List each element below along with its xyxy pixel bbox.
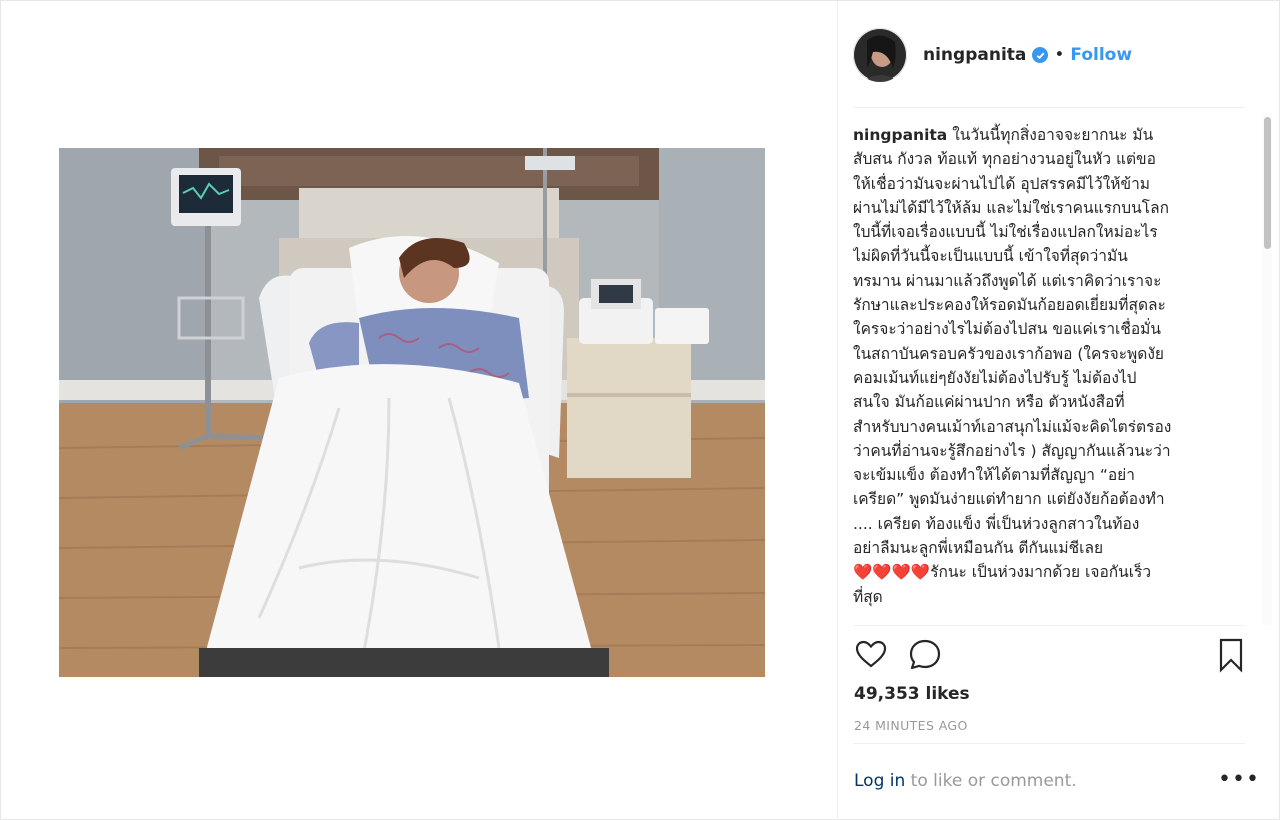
heart-outline-icon[interactable]	[853, 637, 889, 673]
login-prompt: Log in to like or comment.	[854, 771, 1077, 791]
caption-username[interactable]: ningpanita	[853, 126, 947, 144]
post-header: ningpanita • Follow	[853, 27, 1253, 83]
header-separator: •	[1054, 45, 1065, 65]
caption-scroll-area[interactable]: ningpanita ในวันนี้ทุกสิ่งอาจจะยากนะ มัน…	[853, 123, 1238, 623]
post-actions	[853, 637, 1248, 673]
more-options-button[interactable]: •••	[1218, 767, 1260, 792]
caption-line: ที่สุด	[853, 587, 883, 606]
login-link[interactable]: Log in	[854, 771, 905, 791]
bookmark-outline-icon[interactable]	[1213, 637, 1249, 673]
caption-line: ผ่านไม่ได้มีไว้ให้ล้ม และไม่ใช่เราคนแรกบ…	[853, 198, 1169, 217]
caption-line: ทรมาน ผ่านมาแล้วถึงพูดได้ แต่เราคิดว่าเร…	[853, 271, 1162, 290]
caption-divider	[853, 625, 1245, 626]
caption-line: ใบนี้ที่เจอเรื่องแบบนี้ ไม่ใช่เรื่องแปลก…	[853, 223, 1158, 242]
caption-line: ไม่ผิดที่วันนี้จะเป็นแบบนี้ เข้าใจที่สุด…	[853, 247, 1128, 266]
caption-line: ใครจะว่าอย่างไรไม่ต้องไปสน ขอแค่เราเชื่อ…	[853, 320, 1161, 339]
caption-line: สับสน กังวล ท้อแท้ ทุกอย่างวนอยู่ในหัว แ…	[853, 150, 1156, 169]
caption-line: ❤️❤️❤️❤️รักนะ เป็นห่วงมากด้วย เจอกันเร็ว	[853, 563, 1152, 582]
comment-bubble-icon[interactable]	[907, 637, 943, 673]
header-divider	[853, 107, 1245, 108]
caption-line: .... เครียด ท้องแข็ง พี่เป็นห่วงลูกสาวใน…	[853, 514, 1140, 533]
verified-badge-icon	[1032, 47, 1049, 63]
caption-line: ในสถาบันครอบครัวของเราก้อพอ (ใครจะพูดงัย	[853, 344, 1164, 363]
caption-line: สนใจ มันก้อแค่ผ่านปาก หรือ ตัวหนังสือที่	[853, 393, 1125, 412]
post-caption: ningpanita ในวันนี้ทุกสิ่งอาจจะยากนะ มัน…	[853, 123, 1238, 609]
login-suffix: to like or comment.	[905, 771, 1077, 791]
caption-scrollbar[interactable]	[1262, 113, 1272, 625]
caption-line: คอมเม้นท์แย่ๆยังงัยไม่ต้องไปรับรู้ ไม่ต้…	[853, 368, 1137, 387]
post-photo[interactable]	[59, 148, 765, 677]
hospital-bed-photo	[59, 148, 765, 677]
caption-line: อย่าลืมนะลูกพี่เหมือนกัน ตีกันแม่ชีเลย	[853, 539, 1104, 558]
caption-line: ว่าคนที่อ่านจะรู้สึกอย่างไร ) สัญญากันแล…	[853, 441, 1171, 460]
caption-line: ให้เชื่อว่ามันจะผ่านไปได้ อุปสรรคมีไว้ให…	[853, 174, 1150, 193]
caption-line: สำหรับบางคนเม้าท์เอาสนุกไม่แม้จะคิดไตร่ต…	[853, 417, 1172, 436]
footer-divider	[853, 743, 1245, 744]
caption-line: จะเข้มแข็ง ต้องทำให้ได้ตามที่สัญญา “อย่า	[853, 466, 1135, 485]
avatar[interactable]	[853, 28, 907, 82]
caption-line: เครียด” พูดมันง่ายแต่ทำยาก แต่ยังงัยก้อต…	[853, 490, 1165, 509]
caption-scrollbar-thumb[interactable]	[1264, 117, 1271, 249]
caption-line: ningpanita ในวันนี้ทุกสิ่งอาจจะยากนะ มัน	[853, 123, 1238, 147]
post-username[interactable]: ningpanita	[923, 45, 1026, 65]
instagram-post-frame: ningpanita • Follow ningpanita ในวันนี้ท…	[0, 0, 1280, 820]
caption-text: ในวันนี้ทุกสิ่งอาจจะยากนะ มัน	[952, 126, 1154, 144]
follow-button[interactable]: Follow	[1070, 45, 1132, 65]
likes-count[interactable]: 49,353 likes	[854, 684, 970, 704]
post-side-panel: ningpanita • Follow ningpanita ในวันนี้ท…	[837, 1, 1280, 820]
avatar-image	[853, 28, 907, 82]
caption-line: รักษาและประคองให้รอดมันก้อยอดเยี่ยมที่สุ…	[853, 296, 1166, 315]
post-timestamp[interactable]: 24 MINUTES AGO	[854, 718, 968, 733]
